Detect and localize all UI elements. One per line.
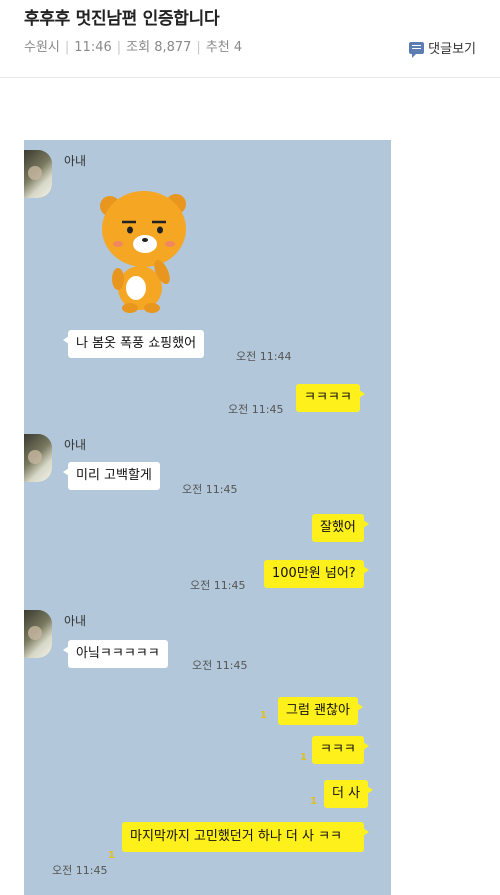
avatar xyxy=(24,434,52,482)
unread-count: 1 xyxy=(108,850,115,861)
sender-name: 아내 xyxy=(64,438,87,452)
message-bubble-outgoing: ㅋㅋㅋ xyxy=(312,736,369,764)
message-time: 오전 11:45 xyxy=(190,579,246,592)
message-time: 오전 11:44 xyxy=(236,350,292,363)
sender-name: 아내 xyxy=(64,614,87,628)
message-bubble-incoming: 나 봄옷 폭풍 쇼핑했어 xyxy=(62,330,205,358)
message-bubble-outgoing: ㅋㅋㅋㅋ xyxy=(296,384,365,412)
message-bubble-outgoing: 잘했어 xyxy=(312,514,369,542)
post-meta: 수원시 | 11:46 | 조회 8,877 | 추천 4 xyxy=(24,40,243,55)
post-header: 후후후 멋진남편 인증합니다 수원시 | 11:46 | 조회 8,877 | 추천 4 댓… xyxy=(0,0,500,78)
sender-name: 아내 xyxy=(64,154,87,168)
message-time: 오전 11:45 xyxy=(182,483,238,496)
view-comments-label: 댓글보기 xyxy=(428,42,476,57)
message-bubble-outgoing: 마지막까지 고민했던거 하나 더 사 ㅋㅋ xyxy=(122,822,369,852)
message-bubble-outgoing: 더 사 xyxy=(324,780,374,808)
post-title: 후후후 멋진남편 인증합니다 xyxy=(24,9,220,29)
message-time: 오전 11:45 xyxy=(228,403,284,416)
message-time: 오전 11:45 xyxy=(52,864,108,877)
unread-count: 1 xyxy=(300,752,307,763)
message-bubble-incoming: 미리 고백할게 xyxy=(63,462,160,490)
unread-count: 1 xyxy=(260,710,267,721)
view-comments-button[interactable]: 댓글보기 xyxy=(409,38,476,58)
message-bubble-outgoing: 100만원 넘어? xyxy=(264,560,369,588)
post-time: 11:46 xyxy=(74,40,112,55)
message-time: 오전 11:45 xyxy=(192,659,248,672)
message-bubble-incoming: 아닠ㅋㅋㅋㅋㅋ xyxy=(63,640,168,668)
unread-count: 1 xyxy=(310,796,317,807)
avatar xyxy=(24,150,52,198)
chat-screenshot: 아내 나 봄옷 폭풍 쇼핑했어 오전 11:44 오전 11:45 ㅋㅋㅋㅋ 아… xyxy=(24,140,391,895)
message-bubble-outgoing: 그럼 괜찮아 xyxy=(278,697,363,725)
post-location: 수원시 xyxy=(24,40,60,55)
bear-sticker-image xyxy=(100,191,186,313)
avatar xyxy=(24,610,52,658)
post-views: 조회 8,877 xyxy=(126,40,192,55)
comment-icon xyxy=(409,41,425,58)
post-recommend: 추천 4 xyxy=(205,40,243,55)
